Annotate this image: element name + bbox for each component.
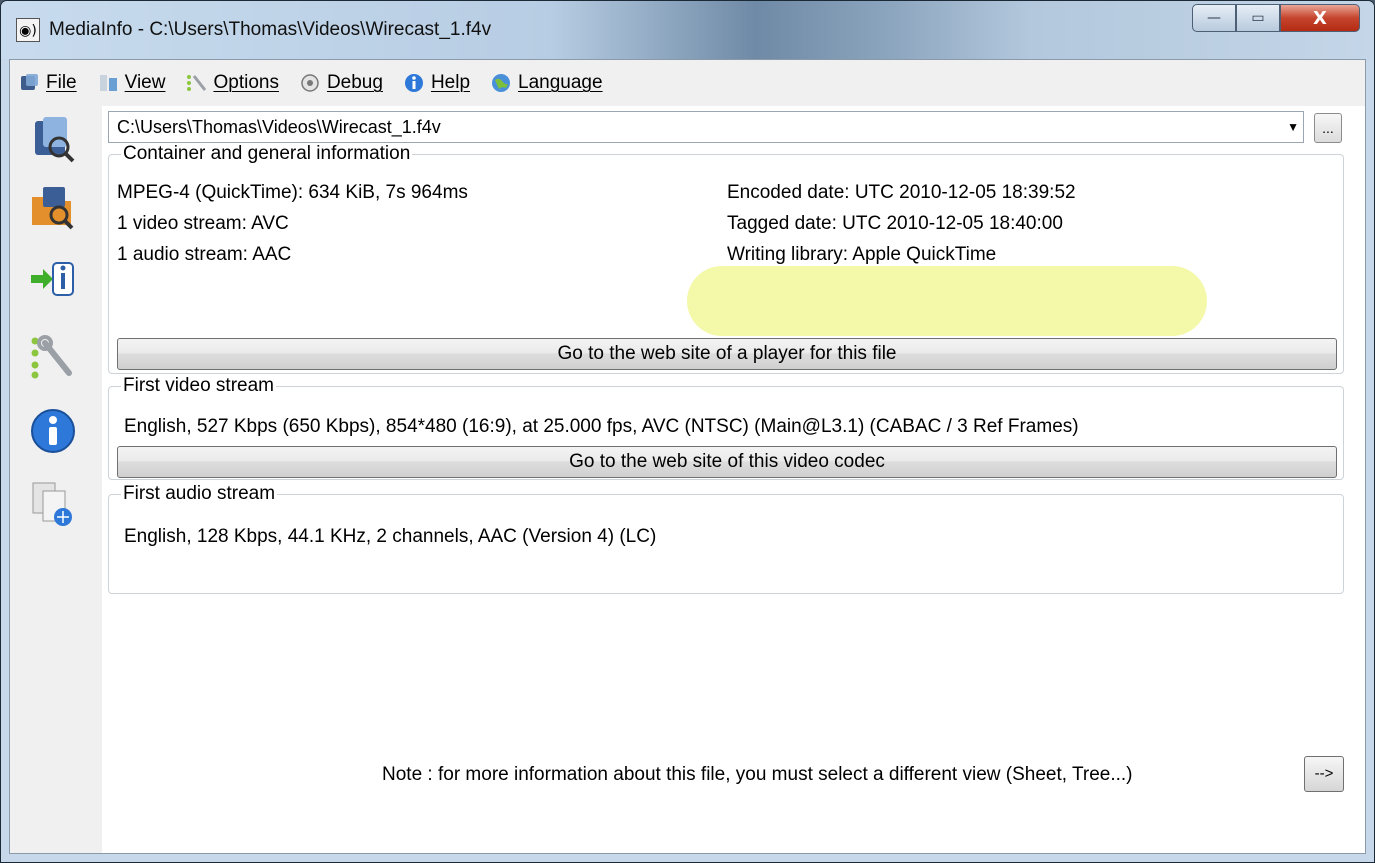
main-panel: C:\Users\Thomas\Videos\Wirecast_1.f4v ▼ … xyxy=(102,106,1365,853)
menu-debug[interactable]: Debug xyxy=(299,72,383,94)
menu-file[interactable]: File xyxy=(18,72,77,94)
next-view-button[interactable]: --> xyxy=(1304,756,1344,792)
preferences-icon[interactable] xyxy=(28,332,78,382)
minimize-icon: — xyxy=(1207,10,1221,26)
general-audio-count: 1 audio stream: AAC xyxy=(117,244,292,265)
close-icon: X xyxy=(1313,7,1327,29)
video-stream-info: English, 527 Kbps (650 Kbps), 854*480 (1… xyxy=(124,416,1079,437)
web-icon[interactable] xyxy=(28,480,78,530)
mediainfo-window: ◉) MediaInfo - C:\Users\Thomas\Videos\Wi… xyxy=(0,0,1375,863)
menu-help[interactable]: Help xyxy=(403,72,470,94)
menu-view[interactable]: View xyxy=(97,72,165,94)
about-icon[interactable] xyxy=(28,406,78,456)
file-path-combobox[interactable]: C:\Users\Thomas\Videos\Wirecast_1.f4v ▼ xyxy=(108,111,1304,143)
menu-bar: File View Options Debug Help Language xyxy=(10,60,1365,106)
audio-stream-info: English, 128 Kbps, 44.1 KHz, 2 channels,… xyxy=(124,526,657,547)
highlight-mark xyxy=(687,266,1207,336)
export-icon[interactable] xyxy=(28,254,78,304)
general-format-line: MPEG-4 (QuickTime): 634 KiB, 7s 964ms xyxy=(117,182,468,203)
client-area: File View Options Debug Help Language C:… xyxy=(9,59,1366,854)
browse-button[interactable]: ... xyxy=(1314,113,1342,143)
codec-website-button[interactable]: Go to the web site of this video codec xyxy=(117,446,1337,478)
window-controls: — ▭ X xyxy=(1192,4,1360,32)
video-stream-legend: First video stream xyxy=(123,375,274,396)
file-path-value: C:\Users\Thomas\Videos\Wirecast_1.f4v xyxy=(117,117,441,137)
general-info-legend: Container and general information xyxy=(123,143,411,164)
minimize-button[interactable]: — xyxy=(1192,4,1236,32)
close-button[interactable]: X xyxy=(1280,4,1360,32)
open-file-icon[interactable] xyxy=(28,114,78,164)
maximize-button[interactable]: ▭ xyxy=(1236,4,1280,32)
file-menu-icon xyxy=(18,72,40,94)
menu-options[interactable]: Options xyxy=(185,72,279,94)
debug-menu-icon xyxy=(299,72,321,94)
tagged-date: Tagged date: UTC 2010-12-05 18:40:00 xyxy=(727,213,1063,234)
title-bar[interactable]: ◉) MediaInfo - C:\Users\Thomas\Videos\Wi… xyxy=(1,1,1374,59)
encoded-date: Encoded date: UTC 2010-12-05 18:39:52 xyxy=(727,182,1076,203)
writing-library: Writing library: Apple QuickTime xyxy=(727,244,997,265)
note-text: Note : for more information about this f… xyxy=(382,764,1133,785)
window-title: MediaInfo - C:\Users\Thomas\Videos\Wirec… xyxy=(49,19,492,40)
player-website-button[interactable]: Go to the web site of a player for this … xyxy=(117,338,1337,370)
open-folder-icon[interactable] xyxy=(28,182,78,232)
audio-stream-legend: First audio stream xyxy=(123,483,276,504)
toolbar-sidebar xyxy=(10,106,102,853)
help-menu-icon xyxy=(403,72,425,94)
view-menu-icon xyxy=(97,72,119,94)
maximize-icon: ▭ xyxy=(1251,10,1265,26)
chevron-down-icon[interactable]: ▼ xyxy=(1287,112,1299,142)
options-menu-icon xyxy=(185,72,207,94)
language-menu-icon xyxy=(490,72,512,94)
general-video-count: 1 video stream: AVC xyxy=(117,213,289,234)
menu-language[interactable]: Language xyxy=(490,72,603,94)
app-icon[interactable]: ◉) xyxy=(16,18,40,42)
